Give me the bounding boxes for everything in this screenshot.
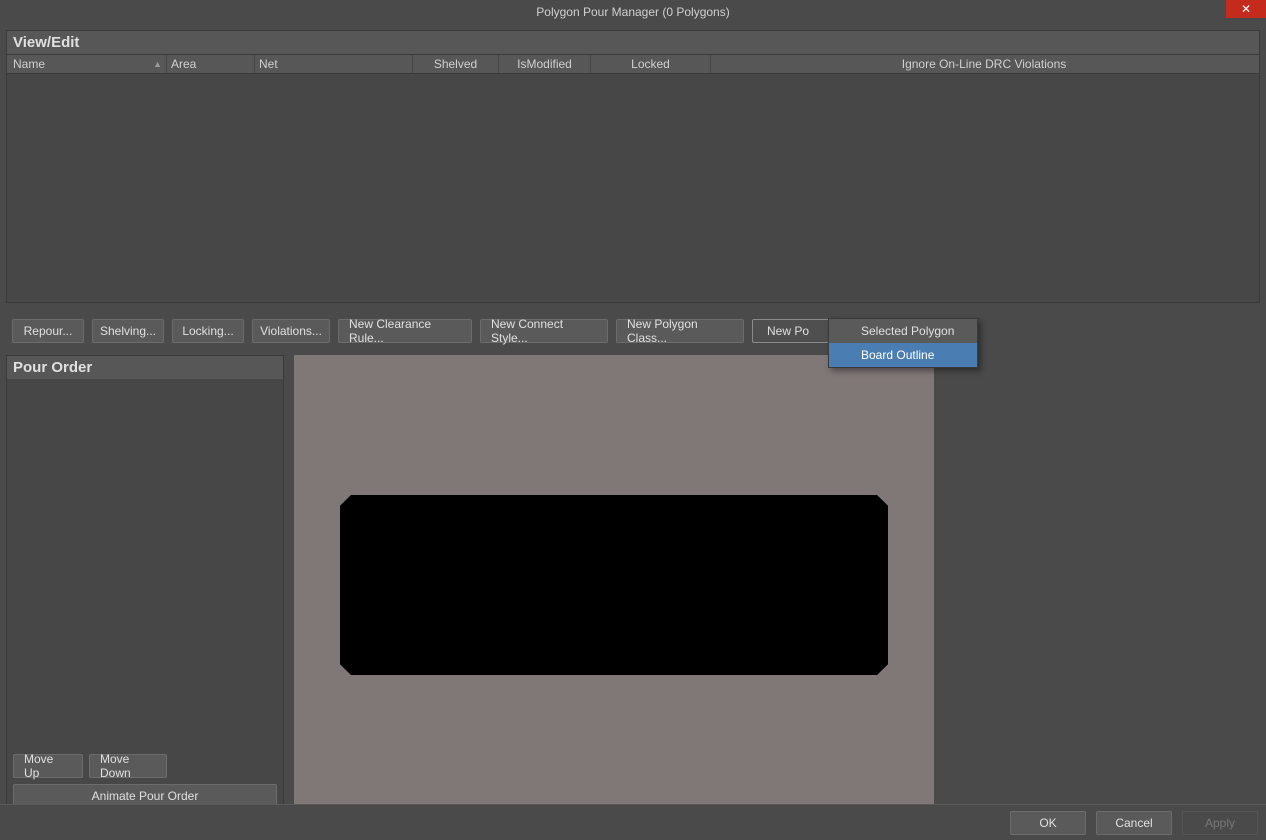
col-ismodified[interactable]: IsModified [499, 55, 591, 73]
col-net[interactable]: Net [255, 55, 413, 73]
locking-button[interactable]: Locking... [172, 319, 244, 343]
pour-order-header: Pour Order [7, 356, 283, 379]
col-name-label: Name [13, 57, 45, 71]
col-ignore[interactable]: Ignore On-Line DRC Violations [711, 55, 1257, 73]
close-button[interactable]: ✕ [1226, 0, 1266, 18]
col-locked-label: Locked [631, 57, 670, 71]
shelving-button[interactable]: Shelving... [92, 319, 164, 343]
sort-asc-icon: ▲ [153, 59, 162, 69]
window-title: Polygon Pour Manager (0 Polygons) [536, 5, 729, 19]
new-polygon-class-button[interactable]: New Polygon Class... [616, 319, 744, 343]
pour-order-list[interactable] [7, 379, 283, 748]
new-clearance-rule-button[interactable]: New Clearance Rule... [338, 319, 472, 343]
violations-button[interactable]: Violations... [252, 319, 330, 343]
col-net-label: Net [259, 57, 278, 71]
grid-columns-header: Name ▲ Area Net Shelved IsModified Locke… [7, 54, 1259, 74]
new-connect-style-button[interactable]: New Connect Style... [480, 319, 608, 343]
menu-item-board-outline[interactable]: Board Outline [829, 343, 977, 367]
col-area[interactable]: Area [167, 55, 255, 73]
main-area: View/Edit Name ▲ Area Net Shelved IsModi… [0, 24, 1266, 821]
title-bar: Polygon Pour Manager (0 Polygons) ✕ [0, 0, 1266, 24]
lower-row: Pour Order Move Up Move Down Animate Pou… [6, 355, 1260, 815]
col-ismodified-label: IsModified [517, 57, 572, 71]
grid-body[interactable] [7, 74, 1259, 302]
dialog-footer: OK Cancel Apply [0, 804, 1266, 840]
board-outline-shape [340, 495, 888, 675]
col-name[interactable]: Name ▲ [9, 55, 167, 73]
move-up-button[interactable]: Move Up [13, 754, 83, 778]
view-edit-header: View/Edit [7, 31, 1259, 54]
col-shelved[interactable]: Shelved [413, 55, 499, 73]
ok-button[interactable]: OK [1010, 811, 1086, 835]
apply-button: Apply [1182, 811, 1258, 835]
cancel-button[interactable]: Cancel [1096, 811, 1172, 835]
col-locked[interactable]: Locked [591, 55, 711, 73]
close-icon: ✕ [1241, 3, 1251, 15]
col-area-label: Area [171, 57, 196, 71]
new-polygon-context-menu: Selected Polygon Board Outline [828, 318, 978, 368]
col-ignore-label: Ignore On-Line DRC Violations [902, 57, 1067, 71]
menu-item-selected-polygon[interactable]: Selected Polygon [829, 319, 977, 343]
move-down-button[interactable]: Move Down [89, 754, 167, 778]
repour-button[interactable]: Repour... [12, 319, 84, 343]
pour-order-panel: Pour Order Move Up Move Down Animate Pou… [6, 355, 284, 815]
toolbar-buttons: Repour... Shelving... Locking... Violati… [6, 311, 1260, 347]
view-edit-panel: View/Edit Name ▲ Area Net Shelved IsModi… [6, 30, 1260, 303]
col-shelved-label: Shelved [434, 57, 477, 71]
board-preview[interactable] [294, 355, 934, 815]
